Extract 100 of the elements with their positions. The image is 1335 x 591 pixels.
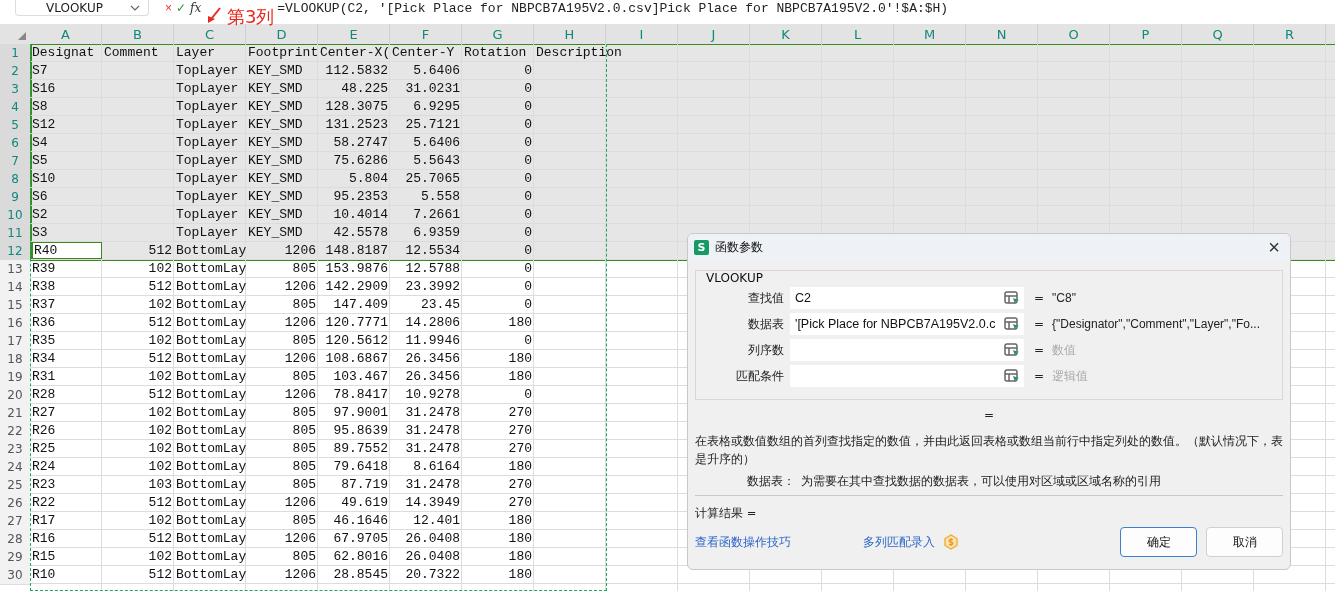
table-cell-text: S2 — [31, 206, 49, 224]
table-cell-text: 0 — [523, 386, 533, 404]
table-cell-text: 102 — [147, 296, 173, 314]
table-cell-text: 14.3949 — [404, 494, 461, 512]
column-header[interactable]: G — [462, 24, 534, 44]
table-cell-text: 512 — [147, 350, 173, 368]
column-header[interactable]: Q — [1182, 24, 1254, 44]
table-cell-text: 0 — [523, 80, 533, 98]
cancel-button[interactable]: 取消 — [1206, 527, 1283, 557]
caret-icon — [130, 4, 140, 11]
table-cell-text: 512 — [147, 242, 173, 260]
table-cell-text: Designat — [31, 44, 96, 62]
formula-result: = — [982, 408, 996, 422]
table-cell-text: 48.225 — [340, 80, 389, 98]
table-cell-text: S10 — [31, 170, 57, 188]
column-header[interactable]: O — [1038, 24, 1110, 44]
table-cell-text: 120.5612 — [324, 332, 389, 350]
tips-link[interactable]: 查看函数操作技巧 — [695, 534, 791, 550]
table-cell-text: R23 — [31, 476, 57, 494]
argument-field[interactable]: C2 — [790, 287, 1024, 309]
table-cell-text: 8.6164 — [412, 458, 461, 476]
range-picker-icon[interactable] — [1004, 317, 1020, 331]
table-cell-text: 6.9295 — [412, 98, 461, 116]
column-header[interactable]: M — [894, 24, 966, 44]
table-cell-text: 131.2523 — [324, 116, 389, 134]
table-cell-text: 1206 — [283, 386, 317, 404]
table-cell-text: Footprint — [247, 44, 318, 62]
table-cell-text: 1206 — [283, 530, 317, 548]
column-header[interactable]: B — [102, 24, 174, 44]
argument-field[interactable] — [790, 339, 1024, 361]
argument-result: 逻辑值 — [1052, 367, 1089, 385]
table-cell-text: 1206 — [283, 242, 317, 260]
table-cell-text: Layer — [175, 44, 216, 62]
table-cell-text: 10.4014 — [332, 206, 389, 224]
table-cell-text: S4 — [31, 134, 49, 152]
table-cell-text: 87.719 — [340, 476, 389, 494]
table-cell-text: 270 — [507, 422, 533, 440]
row-header[interactable]: 30 — [0, 566, 30, 585]
range-picker-icon[interactable] — [1004, 369, 1020, 383]
table-cell-text: TopLayer — [175, 116, 240, 134]
table-cell-text: Description — [535, 44, 623, 62]
cancel-button[interactable]: × — [163, 0, 174, 16]
table-cell-text: 805 — [291, 512, 317, 530]
column-header[interactable]: L — [822, 24, 894, 44]
table-cell-text: TopLayer — [175, 98, 240, 116]
table-cell-text: S3 — [31, 224, 49, 242]
table-cell-text: BottomLay — [175, 350, 246, 368]
column-header[interactable]: J — [678, 24, 750, 44]
table-cell-text: 102 — [147, 422, 173, 440]
range-picker-icon[interactable] — [1004, 343, 1020, 357]
close-button[interactable]: × — [1264, 237, 1284, 257]
range-picker-icon[interactable] — [1004, 291, 1020, 305]
column-header[interactable]: F — [390, 24, 462, 44]
column-header[interactable]: H — [534, 24, 606, 44]
column-header[interactable]: I — [606, 24, 678, 44]
table-cell-text: 1206 — [283, 314, 317, 332]
column-header[interactable]: P — [1110, 24, 1182, 44]
table-cell-text: 128.3075 — [324, 98, 389, 116]
argument-result: {"Designator","Comment","Layer","Fo... — [1052, 317, 1260, 331]
table-cell-text: 805 — [291, 404, 317, 422]
table-cell-text: 102 — [147, 458, 173, 476]
table-cell-text: BottomLay — [175, 566, 246, 584]
table-cell-text: 95.8639 — [332, 422, 389, 440]
table-cell-text: S16 — [31, 80, 57, 98]
select-all-icon[interactable] — [18, 32, 26, 40]
table-cell-text: 67.9705 — [332, 530, 389, 548]
table-cell-text: 31.2478 — [404, 476, 461, 494]
table-cell-text: 108.6867 — [324, 350, 389, 368]
table-cell-text: 5.558 — [420, 188, 461, 206]
name-box[interactable]: VLOOKUP — [15, 0, 149, 16]
table-cell-text: 805 — [291, 260, 317, 278]
multi-match-link[interactable]: 多列匹配录入 — [863, 534, 935, 550]
table-cell-text: R22 — [31, 494, 57, 512]
confirm-button[interactable]: ✓ — [174, 0, 188, 16]
column-header[interactable]: N — [966, 24, 1038, 44]
table-cell-text: KEY_SMD — [247, 80, 304, 98]
column-header[interactable]: K — [750, 24, 822, 44]
table-cell-text: BottomLay — [175, 458, 246, 476]
table-cell-text: R36 — [31, 314, 57, 332]
table-cell-text: TopLayer — [175, 170, 240, 188]
table-cell-text: R27 — [31, 404, 57, 422]
column-header[interactable]: R — [1254, 24, 1326, 44]
table-cell-text: 180 — [507, 548, 533, 566]
table-cell-text: 102 — [147, 404, 173, 422]
column-header[interactable]: A — [30, 24, 102, 44]
table-cell-text: 270 — [507, 476, 533, 494]
table-cell-text: R10 — [31, 566, 57, 584]
argument-field[interactable]: '[Pick Place for NBPCB7A195V2.0.c — [790, 313, 1024, 335]
function-button[interactable]: fx — [188, 0, 204, 16]
ok-button[interactable]: 确定 — [1120, 527, 1197, 557]
table-cell-text: 26.0408 — [404, 530, 461, 548]
argument-field[interactable] — [790, 365, 1024, 387]
table-cell-text: KEY_SMD — [247, 170, 304, 188]
table-cell-text: 31.2478 — [404, 440, 461, 458]
table-cell-text: 23.3992 — [404, 278, 461, 296]
table-cell-text: 148.8187 — [324, 242, 389, 260]
table-cell-text: 805 — [291, 458, 317, 476]
column-header[interactable]: E — [318, 24, 390, 44]
formula-field[interactable]: =VLOOKUP(C2, '[Pick Place for NBPCB7A195V2.0.csv]Pick Place for NBPCB7A195V2.0'!$A:$H) — [277, 0, 949, 16]
annotation-arrow — [207, 7, 221, 23]
